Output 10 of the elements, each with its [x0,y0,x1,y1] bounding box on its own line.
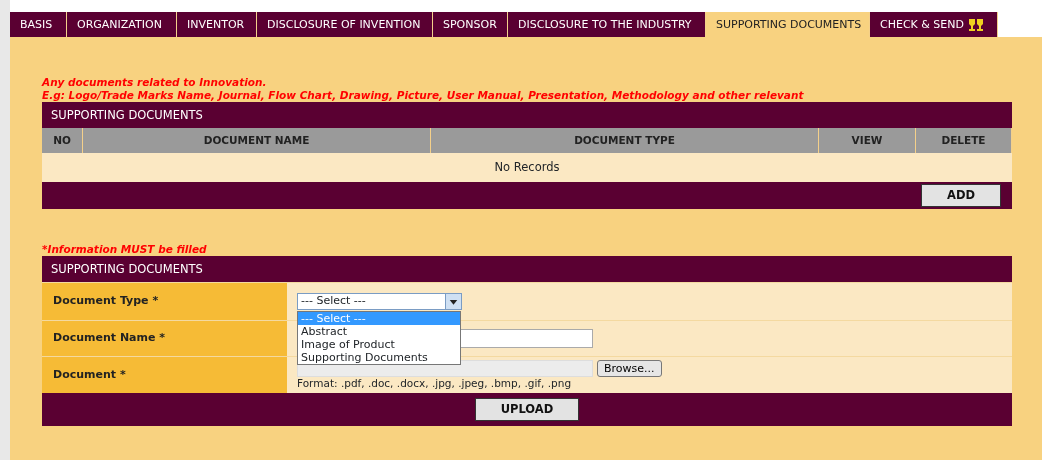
note-text: E.g: Logo/Trade Marks Name, Journal, Flow Chart, Drawing, Picture, User Manual, Presentation, Methodology and other relevant [42,89,805,102]
required-note: *Information MUST be filled [42,243,208,256]
field-label: Document Type * [42,283,287,320]
note-text: Any documents related to Innovation. [42,76,268,89]
table-title: SUPPORTING DOCUMENTS [42,102,1012,128]
format-hint: Format: .pdf, .doc, .docx, .jpg, .jpeg, .bmp, .gif, .png [297,377,573,390]
form-title: SUPPORTING DOCUMENTS [42,256,1012,282]
empty-message: No Records [42,153,1012,182]
field-label: Document * [42,357,287,393]
field-label: Document Name * [42,321,287,356]
